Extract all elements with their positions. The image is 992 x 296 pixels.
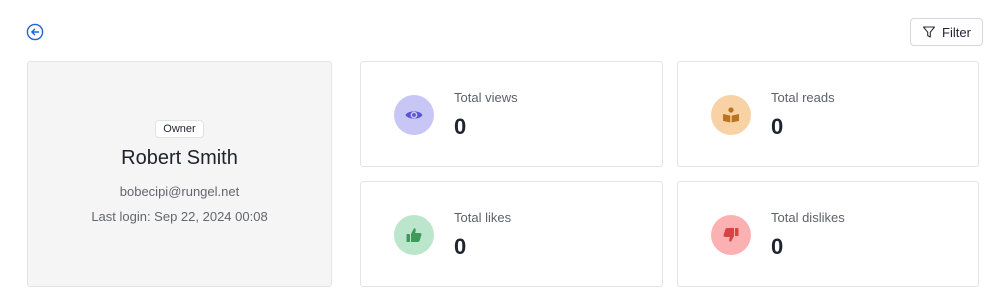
thumbs-down-icon bbox=[723, 228, 739, 242]
profile-name: Robert Smith bbox=[121, 147, 238, 169]
stat-card-dislikes: Total dislikes 0 bbox=[677, 181, 979, 287]
thumbs-up-icon bbox=[406, 228, 422, 242]
dislikes-label: Total dislikes bbox=[771, 210, 845, 225]
stat-card-reads: Total reads 0 bbox=[677, 61, 979, 167]
reads-value: 0 bbox=[771, 114, 784, 139]
views-icon-circle bbox=[394, 95, 434, 135]
reads-label: Total reads bbox=[771, 90, 835, 105]
filter-label: Filter bbox=[942, 24, 971, 40]
funnel-icon bbox=[922, 26, 936, 38]
stat-card-views: Total views 0 bbox=[360, 61, 663, 167]
arrow-left-circle-icon bbox=[26, 23, 44, 41]
role-badge: Owner bbox=[155, 120, 204, 138]
back-button[interactable] bbox=[26, 23, 44, 41]
profile-card: Owner Robert Smith bobecipi@rungel.net L… bbox=[27, 61, 332, 287]
likes-label: Total likes bbox=[454, 210, 512, 225]
views-value: 0 bbox=[454, 114, 467, 139]
profile-last-login: Last login: Sep 22, 2024 00:08 bbox=[91, 209, 268, 224]
filter-button[interactable]: Filter bbox=[910, 18, 983, 46]
dislikes-icon-circle bbox=[711, 215, 751, 255]
likes-value: 0 bbox=[454, 234, 467, 259]
reads-icon-circle bbox=[711, 95, 751, 135]
dislikes-value: 0 bbox=[771, 234, 784, 259]
stat-card-likes: Total likes 0 bbox=[360, 181, 663, 287]
eye-icon bbox=[405, 111, 423, 119]
views-label: Total views bbox=[454, 90, 518, 105]
likes-icon-circle bbox=[394, 215, 434, 255]
profile-email: bobecipi@rungel.net bbox=[119, 184, 240, 199]
book-reader-icon bbox=[723, 107, 739, 123]
